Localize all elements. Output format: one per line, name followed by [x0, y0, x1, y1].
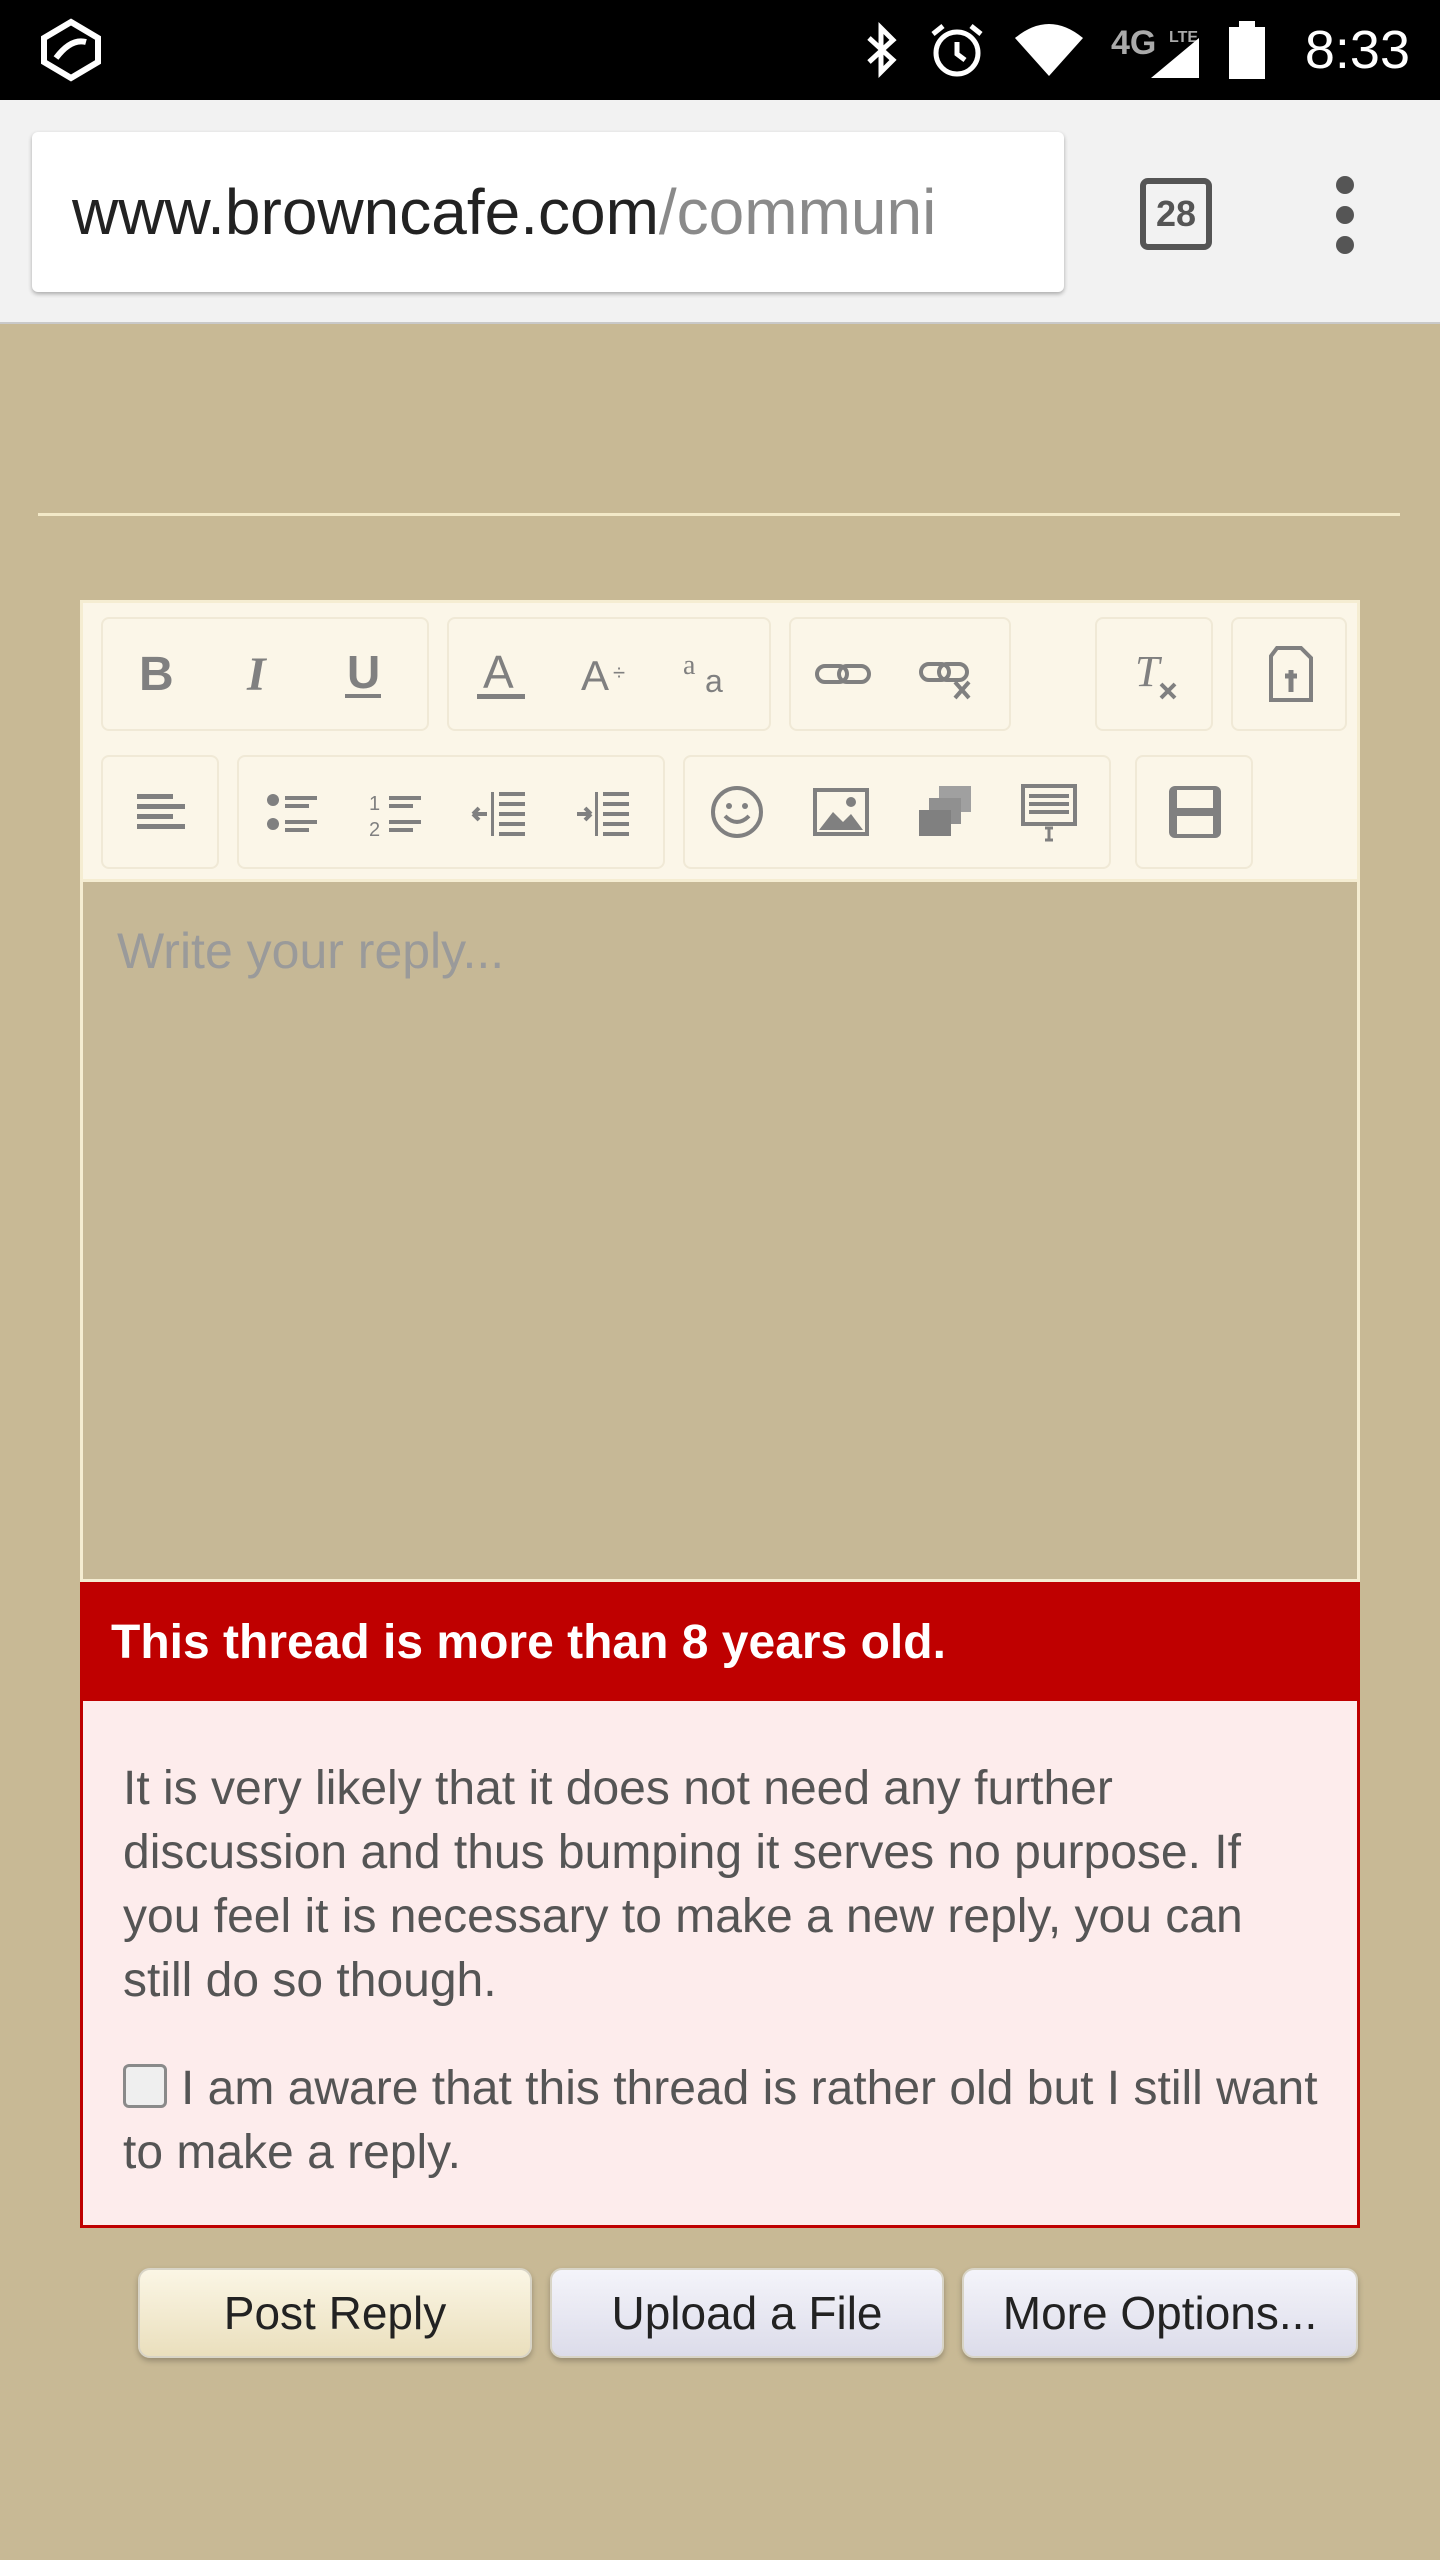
insert-code-button[interactable]	[997, 757, 1101, 867]
outdent-button[interactable]	[447, 757, 551, 867]
reply-placeholder: Write your reply...	[117, 923, 505, 979]
smilies-button[interactable]	[685, 757, 789, 867]
acknowledge-label[interactable]: I am aware that this thread is rather ol…	[123, 2062, 1318, 2179]
upload-file-button[interactable]: Upload a File	[550, 2268, 944, 2358]
remove-format-button[interactable]: T	[1103, 619, 1207, 729]
network-4g-lte-icon: 4G LTE	[1111, 24, 1199, 78]
svg-text:a: a	[683, 650, 696, 681]
align-left-icon	[137, 794, 185, 829]
svg-text:a: a	[705, 663, 723, 699]
svg-text:U: U	[347, 646, 380, 698]
toolbar-group-lists: 12	[237, 755, 665, 869]
reply-editor: B I U A A ÷ aa T 1 2 Write your reply...	[80, 600, 1360, 1582]
indent-button[interactable]	[551, 757, 655, 867]
overflow-menu-icon[interactable]	[1330, 176, 1360, 256]
bold-button[interactable]: B	[103, 619, 207, 729]
unlink-button[interactable]	[895, 619, 999, 729]
svg-text:I: I	[246, 648, 268, 701]
outdent-icon	[471, 792, 525, 836]
toolbar-group-align	[101, 755, 219, 869]
status-time: 8:33	[1304, 20, 1410, 80]
underline-icon: U	[345, 646, 381, 698]
indent-icon	[577, 792, 629, 836]
font-family-icon: aa	[683, 650, 723, 699]
toolbar-group-text-style: B I U	[101, 617, 429, 731]
media-icon	[919, 786, 971, 836]
svg-text:4G: 4G	[1111, 24, 1156, 62]
bulleted-list-button[interactable]	[239, 757, 343, 867]
save-icon	[1169, 786, 1221, 838]
font-color-icon: A	[477, 646, 525, 699]
svg-text:÷: ÷	[613, 660, 625, 685]
editor-toolbar: B I U A A ÷ aa T 1 2	[83, 603, 1357, 879]
alarm-icon	[931, 24, 983, 77]
code-block-icon	[1021, 784, 1077, 842]
font-size-button[interactable]: A ÷	[553, 619, 657, 729]
numbered-list-icon: 12	[369, 793, 421, 841]
wifi-icon	[1014, 24, 1083, 76]
tab-switcher-button[interactable]: 28	[1140, 178, 1212, 250]
toolbar-group-font: A A ÷ aa	[447, 617, 771, 731]
smiley-icon	[711, 786, 763, 838]
post-reply-button[interactable]: Post Reply	[138, 2268, 532, 2358]
svg-text:A: A	[581, 652, 609, 699]
toolbar-group-save	[1135, 755, 1253, 869]
bulleted-list-icon	[267, 794, 317, 832]
toggle-bbcode-button[interactable]	[1239, 619, 1343, 729]
toolbar-group-source	[1231, 617, 1347, 731]
numbered-list-button[interactable]: 12	[343, 757, 447, 867]
underline-button[interactable]: U	[311, 619, 415, 729]
url-host: www.browncafe.com	[72, 176, 659, 248]
browser-toolbar: www.browncafe.com/communi 28	[0, 100, 1440, 324]
save-draft-button[interactable]	[1143, 757, 1247, 867]
bold-icon: B	[139, 648, 174, 701]
url-field[interactable]: www.browncafe.com/communi	[32, 132, 1064, 292]
svg-text:A: A	[483, 646, 514, 698]
svg-text:B: B	[139, 648, 174, 701]
toolbar-group-link	[789, 617, 1011, 731]
warning-title: This thread is more than 8 years old.	[83, 1585, 1357, 1701]
italic-icon: I	[246, 648, 268, 701]
url-path: /communi	[658, 176, 937, 248]
font-family-button[interactable]: aa	[657, 619, 761, 729]
app-icon	[41, 18, 101, 82]
link-icon	[815, 664, 871, 684]
insert-image-button[interactable]	[789, 757, 893, 867]
old-thread-warning: This thread is more than 8 years old. It…	[80, 1582, 1360, 2228]
toolbar-group-insert	[683, 755, 1111, 869]
image-icon	[813, 788, 869, 836]
more-options-button[interactable]: More Options...	[962, 2268, 1358, 2358]
unlink-icon	[919, 662, 971, 700]
bbcode-toggle-icon	[1269, 646, 1313, 702]
warning-message: It is very likely that it does not need …	[123, 1762, 1243, 2007]
svg-text:T: T	[1135, 647, 1163, 696]
insert-media-button[interactable]	[893, 757, 997, 867]
svg-text:1: 1	[369, 793, 380, 815]
svg-text:2: 2	[369, 819, 380, 841]
align-button[interactable]	[109, 757, 213, 867]
font-size-icon: A ÷	[581, 652, 625, 699]
status-bar: 4G LTE 8:33	[0, 0, 1440, 100]
bluetooth-icon	[867, 21, 897, 79]
italic-button[interactable]: I	[207, 619, 311, 729]
remove-format-icon: T	[1135, 647, 1177, 700]
section-divider	[38, 513, 1400, 516]
reply-textarea[interactable]: Write your reply...	[83, 879, 1357, 1579]
acknowledge-row: I am aware that this thread is rather ol…	[123, 2057, 1333, 2185]
battery-icon	[1228, 21, 1265, 79]
font-color-button[interactable]: A	[449, 619, 553, 729]
toolbar-group-remove-format: T	[1095, 617, 1213, 731]
acknowledge-checkbox[interactable]	[123, 2064, 167, 2108]
insert-link-button[interactable]	[791, 619, 895, 729]
